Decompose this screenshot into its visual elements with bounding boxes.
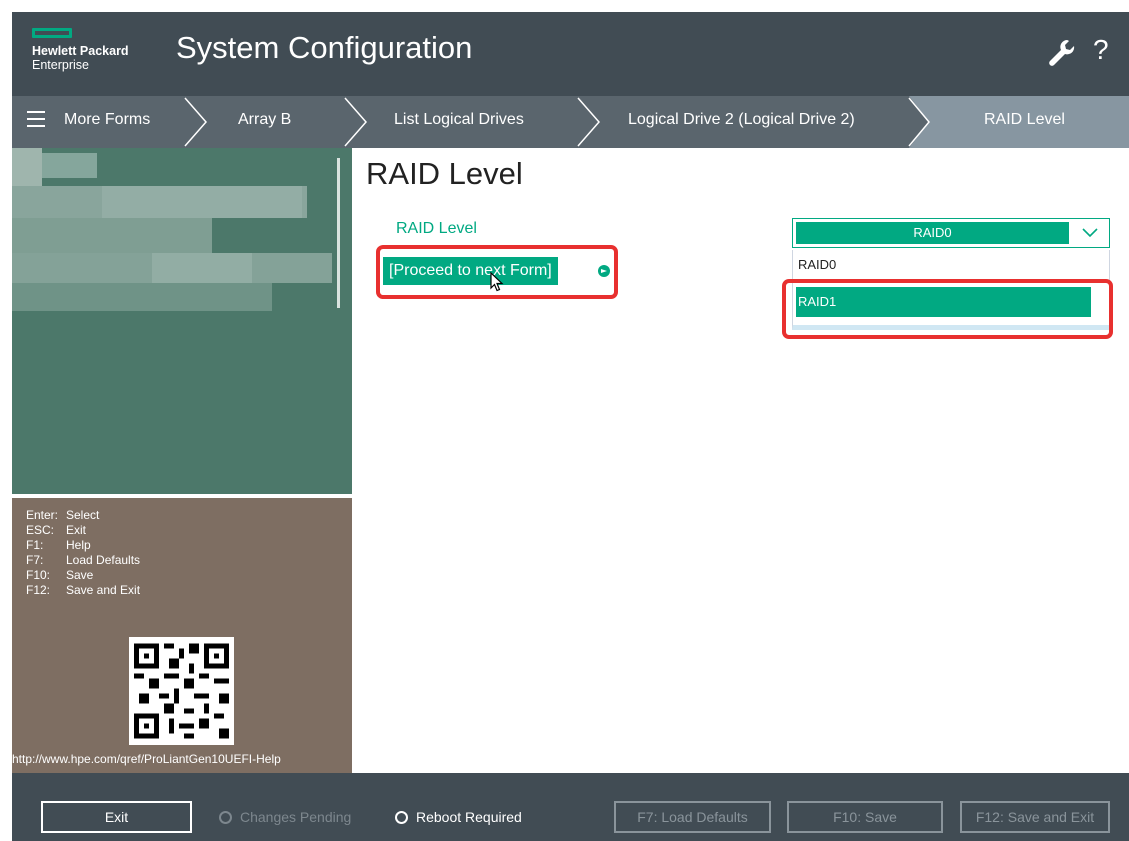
page-title: RAID Level: [366, 156, 523, 191]
shortcut-row: F10: Save: [26, 568, 94, 582]
raid-level-label: RAID Level: [396, 220, 477, 237]
crumb-raid-level[interactable]: RAID Level: [984, 96, 1065, 148]
radio-circle-icon: [219, 810, 232, 824]
breadcrumb: More Forms Array B List Logical Drives L…: [12, 96, 1129, 148]
app-title: System Configuration: [176, 30, 473, 65]
chevron-down-icon[interactable]: [1082, 225, 1098, 239]
hamburger-menu-icon[interactable]: [27, 111, 45, 127]
shortcut-row: Enter: Select: [26, 508, 100, 522]
help-icon[interactable]: ?: [1093, 34, 1109, 66]
panel-divider: [12, 494, 352, 498]
changes-pending-indicator: Changes Pending: [219, 809, 351, 825]
reboot-required-indicator: Reboot Required: [395, 809, 522, 825]
exit-button[interactable]: Exit: [41, 801, 192, 833]
hpe-logo-mark: [32, 28, 72, 38]
crumb-array-b[interactable]: Array B: [238, 96, 291, 148]
app-header: Hewlett Packard Enterprise System Config…: [12, 12, 1129, 96]
hpe-logo: Hewlett Packard Enterprise: [32, 44, 129, 72]
breadcrumb-chevrons: [184, 96, 1129, 148]
load-defaults-button[interactable]: F7: Load Defaults: [614, 801, 771, 833]
save-button[interactable]: F10: Save: [787, 801, 943, 833]
crumb-list-logical-drives[interactable]: List Logical Drives: [394, 96, 524, 148]
qr-code: [129, 637, 234, 745]
left-panel: Enter: Select ESC: Exit F1: Help F7: Load De…: [12, 148, 352, 773]
highlight-box-proceed: [376, 245, 618, 299]
shortcut-row: ESC: Exit: [26, 523, 87, 537]
shortcut-row: F1: Help: [26, 538, 91, 552]
crumb-logical-drive-2[interactable]: Logical Drive 2 (Logical Drive 2): [628, 96, 855, 148]
main-content: RAID Level RAID Level [Proceed to next F…: [352, 148, 1129, 773]
brand-line-1: Hewlett Packard: [32, 44, 129, 58]
brand-line-2: Enterprise: [32, 58, 89, 72]
shortcut-row: F7: Load Defaults: [26, 553, 141, 567]
wrench-icon[interactable]: [1047, 38, 1075, 68]
option-raid0[interactable]: RAID0: [796, 250, 1091, 280]
keyboard-shortcuts: Enter: Select ESC: Exit F1: Help F7: Load De…: [26, 508, 140, 598]
raid-level-dropdown[interactable]: RAID0: [792, 218, 1110, 248]
radio-circle-icon: [395, 810, 408, 824]
footer-bar: Exit Changes Pending Reboot Required F7:…: [12, 773, 1129, 841]
pixelated-preview: [12, 148, 352, 494]
crumb-more-forms[interactable]: More Forms: [64, 96, 150, 148]
dropdown-selected-value[interactable]: RAID0: [796, 222, 1069, 244]
cropped-caption-strip: [0, 0, 1129, 12]
highlight-box-raid1: [782, 279, 1113, 339]
shortcut-row: F12: Save and Exit: [26, 583, 141, 597]
save-and-exit-button[interactable]: F12: Save and Exit: [960, 801, 1110, 833]
qr-url: http://www.hpe.com/qref/ProLiantGen10UEF…: [12, 752, 281, 766]
